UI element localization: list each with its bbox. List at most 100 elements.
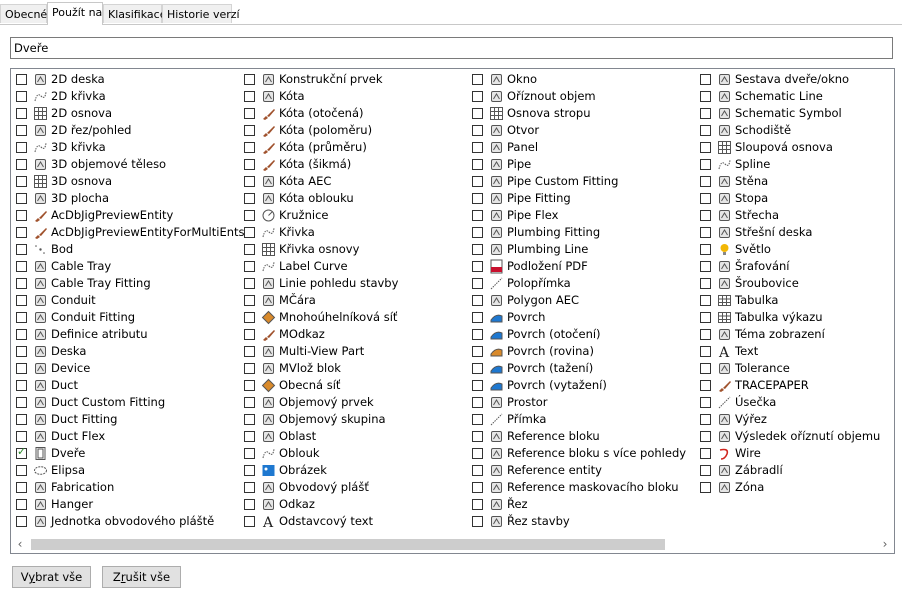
object-type-checkbox[interactable]: [472, 74, 483, 85]
object-type-checkbox[interactable]: [244, 176, 255, 187]
object-type-item[interactable]: Duct Flex: [11, 428, 239, 445]
object-type-item[interactable]: Křivka osnovy: [239, 241, 467, 258]
object-type-item[interactable]: Pipe Flex: [467, 207, 695, 224]
object-type-checkbox[interactable]: [244, 516, 255, 527]
object-type-checkbox[interactable]: [244, 227, 255, 238]
object-type-item[interactable]: Jednotka obvodového pláště: [11, 513, 239, 530]
object-type-item[interactable]: Linie pohledu stavby: [239, 275, 467, 292]
object-type-checkbox[interactable]: [16, 516, 27, 527]
object-type-item[interactable]: Světlo: [695, 241, 895, 258]
object-type-item[interactable]: Řez: [467, 496, 695, 513]
object-type-checkbox[interactable]: [700, 482, 711, 493]
object-type-checkbox[interactable]: [244, 108, 255, 119]
object-type-checkbox[interactable]: [244, 193, 255, 204]
object-type-checkbox[interactable]: [16, 329, 27, 340]
object-type-item[interactable]: Kóta oblouku: [239, 190, 467, 207]
object-type-item[interactable]: Pipe: [467, 156, 695, 173]
object-type-checkbox[interactable]: [244, 431, 255, 442]
object-type-item[interactable]: Kóta (otočená): [239, 105, 467, 122]
object-type-item[interactable]: Plumbing Fitting: [467, 224, 695, 241]
object-type-checkbox[interactable]: [700, 159, 711, 170]
object-type-checkbox[interactable]: [16, 142, 27, 153]
object-type-checkbox[interactable]: [244, 346, 255, 357]
object-type-item[interactable]: Prostor: [467, 394, 695, 411]
object-type-checkbox[interactable]: [16, 380, 27, 391]
object-type-item[interactable]: Objemový skupina: [239, 411, 467, 428]
object-type-item[interactable]: A Odstavcový text: [239, 513, 467, 530]
object-type-checkbox[interactable]: [244, 312, 255, 323]
object-type-item[interactable]: Křivka: [239, 224, 467, 241]
object-type-checkbox[interactable]: [700, 312, 711, 323]
object-type-checkbox[interactable]: [16, 159, 27, 170]
object-type-item[interactable]: Střecha: [695, 207, 895, 224]
object-type-item[interactable]: Reference maskovacího bloku: [467, 479, 695, 496]
object-type-item[interactable]: Kóta (poloměru): [239, 122, 467, 139]
object-type-item[interactable]: TRACEPAPER: [695, 377, 895, 394]
object-type-item[interactable]: A Text: [695, 343, 895, 360]
object-type-item[interactable]: 2D křivka: [11, 88, 239, 105]
object-type-checkbox[interactable]: [16, 431, 27, 442]
object-type-item[interactable]: MOdkaz: [239, 326, 467, 343]
object-type-checkbox[interactable]: [472, 431, 483, 442]
object-type-checkbox[interactable]: [472, 159, 483, 170]
object-type-item[interactable]: Kružnice: [239, 207, 467, 224]
object-type-item[interactable]: Okno: [467, 71, 695, 88]
object-type-item[interactable]: Obrázek: [239, 462, 467, 479]
object-type-item[interactable]: Schematic Line: [695, 88, 895, 105]
object-type-checkbox[interactable]: [16, 244, 27, 255]
object-type-item[interactable]: Obecná síť: [239, 377, 467, 394]
object-type-checkbox[interactable]: [16, 108, 27, 119]
object-type-item[interactable]: Povrch: [467, 309, 695, 326]
object-type-item[interactable]: Přímka: [467, 411, 695, 428]
object-type-checkbox[interactable]: [244, 482, 255, 493]
object-type-checkbox[interactable]: [16, 295, 27, 306]
object-type-checkbox[interactable]: [700, 210, 711, 221]
object-type-item[interactable]: Výsledek oříznutí objemu: [695, 428, 895, 445]
object-type-item[interactable]: Povrch (rovina): [467, 343, 695, 360]
object-type-item[interactable]: Zóna: [695, 479, 895, 496]
object-type-checkbox[interactable]: [700, 295, 711, 306]
object-type-checkbox[interactable]: [472, 278, 483, 289]
object-type-item[interactable]: Objemový prvek: [239, 394, 467, 411]
object-type-checkbox[interactable]: [472, 227, 483, 238]
object-type-item[interactable]: Stopa: [695, 190, 895, 207]
object-type-item[interactable]: Obvodový plášť: [239, 479, 467, 496]
object-type-item[interactable]: Šrafování: [695, 258, 895, 275]
object-type-checkbox[interactable]: [700, 380, 711, 391]
object-type-item[interactable]: Kóta AEC: [239, 173, 467, 190]
tab-general[interactable]: Obecné: [0, 4, 47, 23]
object-type-checkbox[interactable]: [700, 465, 711, 476]
object-type-item[interactable]: Konstrukční prvek: [239, 71, 467, 88]
object-type-item[interactable]: Tabulka: [695, 292, 895, 309]
object-type-item[interactable]: Conduit Fitting: [11, 309, 239, 326]
object-type-checkbox[interactable]: [16, 210, 27, 221]
object-type-checkbox[interactable]: [16, 346, 27, 357]
object-type-item[interactable]: Kóta: [239, 88, 467, 105]
object-type-checkbox[interactable]: [244, 397, 255, 408]
object-type-item[interactable]: Schodiště: [695, 122, 895, 139]
object-type-checkbox[interactable]: [700, 414, 711, 425]
object-type-checkbox[interactable]: [16, 414, 27, 425]
object-type-checkbox[interactable]: [16, 397, 27, 408]
object-type-checkbox[interactable]: [16, 312, 27, 323]
object-type-checkbox[interactable]: [244, 125, 255, 136]
object-type-checkbox[interactable]: [700, 363, 711, 374]
object-type-item[interactable]: 2D osnova: [11, 105, 239, 122]
object-type-checkbox[interactable]: [700, 329, 711, 340]
object-type-item[interactable]: Deska: [11, 343, 239, 360]
object-type-item[interactable]: Plumbing Line: [467, 241, 695, 258]
object-type-checkbox[interactable]: [16, 363, 27, 374]
object-type-checkbox[interactable]: [16, 482, 27, 493]
object-type-item[interactable]: Dveře: [11, 445, 239, 462]
object-type-checkbox[interactable]: [700, 74, 711, 85]
object-type-checkbox[interactable]: [472, 414, 483, 425]
object-type-item[interactable]: Řez stavby: [467, 513, 695, 530]
object-type-item[interactable]: Duct Fitting: [11, 411, 239, 428]
select-all-button[interactable]: Vybrat vše: [12, 566, 91, 588]
object-type-item[interactable]: Pipe Fitting: [467, 190, 695, 207]
object-type-checkbox[interactable]: [700, 125, 711, 136]
object-type-item[interactable]: Bod: [11, 241, 239, 258]
tab-version-history[interactable]: Historie verzí: [162, 4, 240, 23]
scroll-left-arrow-icon[interactable]: ‹: [12, 536, 28, 552]
object-type-checkbox[interactable]: [244, 380, 255, 391]
